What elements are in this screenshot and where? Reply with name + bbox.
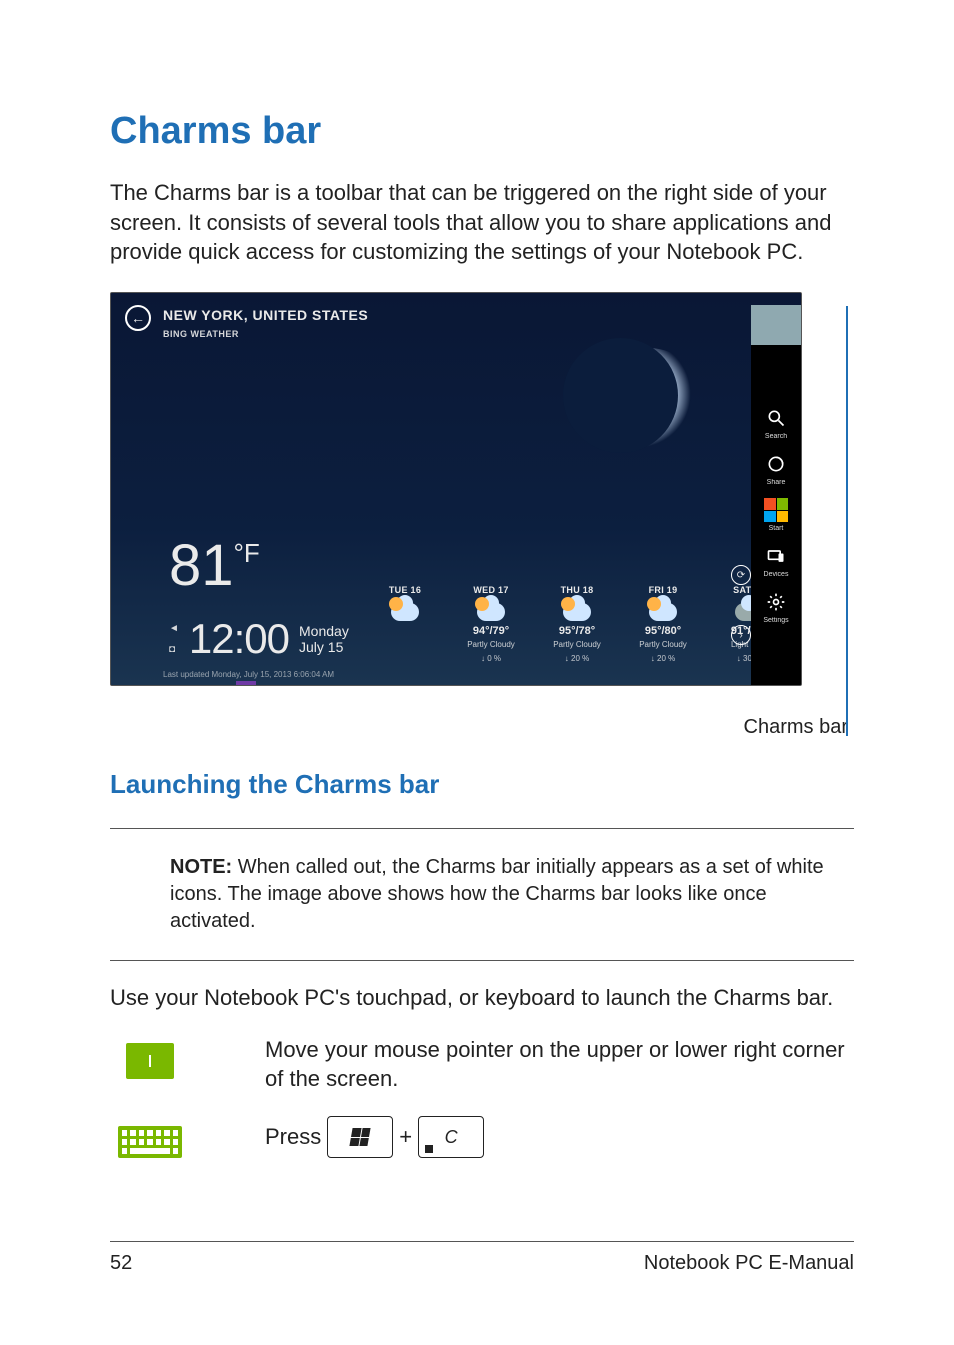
date-value: July 15	[299, 639, 349, 655]
back-button[interactable]: ←	[125, 305, 151, 331]
share-icon	[764, 452, 788, 476]
charm-settings[interactable]: Settings	[763, 590, 788, 624]
cloud-icon	[391, 603, 419, 621]
current-temperature: 81°F	[169, 532, 260, 599]
forecast-day: WED 17 94°/79° Partly Cloudy ↓ 0 %	[455, 585, 527, 663]
plus-label: +	[399, 1122, 412, 1152]
press-label: Press	[265, 1122, 321, 1152]
day-date: Monday July 15	[299, 623, 349, 655]
charm-label: Settings	[763, 617, 788, 624]
keyboard-icon	[110, 1116, 190, 1168]
forecast-rain: ↓ 20 %	[651, 654, 675, 663]
forecast-hilo: 95°/78°	[559, 625, 595, 637]
temp-value: 81	[169, 533, 234, 598]
forecast-label: TUE 16	[389, 585, 421, 595]
charm-label: Search	[765, 433, 787, 440]
charms-bar: Search Share Start Devices	[751, 345, 801, 685]
search-icon	[764, 406, 788, 430]
charm-share[interactable]: Share	[764, 452, 788, 486]
weather-app-screenshot: ← NEW YORK, UNITED STATES BING WEATHER 8…	[110, 292, 802, 686]
location-title: NEW YORK, UNITED STATES	[163, 307, 368, 323]
charm-label: Share	[767, 479, 786, 486]
time-arrows: ◄◘	[169, 623, 179, 655]
divider	[110, 828, 854, 829]
sun-icon	[561, 597, 575, 611]
moon-icon	[591, 348, 706, 463]
settings-icon	[764, 590, 788, 614]
cloud-icon	[563, 603, 591, 621]
keyboard-method-text: Press + C	[265, 1116, 854, 1158]
charm-label: Devices	[764, 571, 789, 578]
forecast-desc: Partly Cloudy	[467, 641, 515, 650]
charm-start[interactable]: Start	[764, 498, 788, 532]
progress-marker	[236, 681, 256, 685]
callout-line	[846, 306, 848, 736]
devices-icon	[764, 544, 788, 568]
sun-icon	[389, 597, 403, 611]
forecast-day: FRI 19 95°/80° Partly Cloudy ↓ 20 %	[627, 585, 699, 663]
doc-title: Notebook PC E-Manual	[644, 1252, 854, 1275]
forecast-row: TUE 16 WED 17 94°/79° Partly Cloudy ↓ 0 …	[369, 585, 785, 663]
section-heading: Launching the Charms bar	[110, 769, 854, 800]
method-touchpad-row: Move your mouse pointer on the upper or …	[110, 1035, 854, 1094]
last-updated: Last updated Monday, July 15, 2013 6:06:…	[163, 670, 334, 679]
touchpad-method-text: Move your mouse pointer on the upper or …	[265, 1035, 854, 1094]
touchpad-icon	[110, 1035, 190, 1087]
sun-icon	[475, 597, 489, 611]
sun-icon	[647, 597, 661, 611]
forecast-desc: Partly Cloudy	[639, 641, 687, 650]
day-name: Monday	[299, 623, 349, 639]
charm-label: Start	[769, 525, 784, 532]
temp-unit: °F	[234, 538, 260, 568]
intro-paragraph: The Charms bar is a toolbar that can be …	[110, 178, 854, 267]
clock-block: ◄◘ 12:00 Monday July 15	[169, 615, 349, 663]
figure-caption: Charms bar	[110, 716, 848, 739]
note-label: NOTE:	[170, 856, 232, 878]
forecast-hilo: 94°/79°	[473, 625, 509, 637]
charm-devices[interactable]: Devices	[764, 544, 789, 578]
scroll-down-button[interactable]: ›	[731, 625, 751, 645]
app-subtitle: BING WEATHER	[163, 329, 239, 339]
instruction-text: Use your Notebook PC's touchpad, or keyb…	[110, 983, 854, 1013]
fn-indicator-icon	[425, 1145, 433, 1153]
note-box: NOTE: When called out, the Charms bar in…	[170, 854, 854, 935]
charm-search[interactable]: Search	[764, 406, 788, 440]
c-key-label: C	[445, 1125, 458, 1149]
forecast-label: FRI 19	[649, 585, 678, 595]
page-number: 52	[110, 1252, 132, 1275]
forecast-label: WED 17	[473, 585, 508, 595]
page-footer: 52 Notebook PC E-Manual	[110, 1241, 854, 1275]
windows-logo-icon	[350, 1128, 371, 1146]
forecast-desc: Partly Cloudy	[553, 641, 601, 650]
forecast-label: THU 18	[561, 585, 594, 595]
forecast-day: TUE 16	[369, 585, 441, 663]
windows-key	[327, 1116, 393, 1158]
forecast-rain: ↓ 20 %	[565, 654, 589, 663]
start-icon	[764, 498, 788, 522]
note-text: When called out, the Charms bar initiall…	[170, 856, 824, 932]
cloud-icon	[477, 603, 505, 621]
forecast-hilo: 95°/80°	[645, 625, 681, 637]
document-page: Charms bar The Charms bar is a toolbar t…	[0, 0, 954, 1345]
cloud-icon	[649, 603, 677, 621]
divider	[110, 960, 854, 961]
screenshot-figure: ← NEW YORK, UNITED STATES BING WEATHER 8…	[110, 292, 854, 686]
method-keyboard-row: Press + C	[110, 1116, 854, 1168]
scroll-up-button[interactable]: ⟳	[731, 565, 751, 585]
forecast-day: THU 18 95°/78° Partly Cloudy ↓ 20 %	[541, 585, 613, 663]
time-value: 12:00	[189, 615, 289, 663]
page-heading: Charms bar	[110, 110, 854, 153]
forecast-rain: ↓ 0 %	[481, 654, 501, 663]
c-key: C	[418, 1116, 484, 1158]
